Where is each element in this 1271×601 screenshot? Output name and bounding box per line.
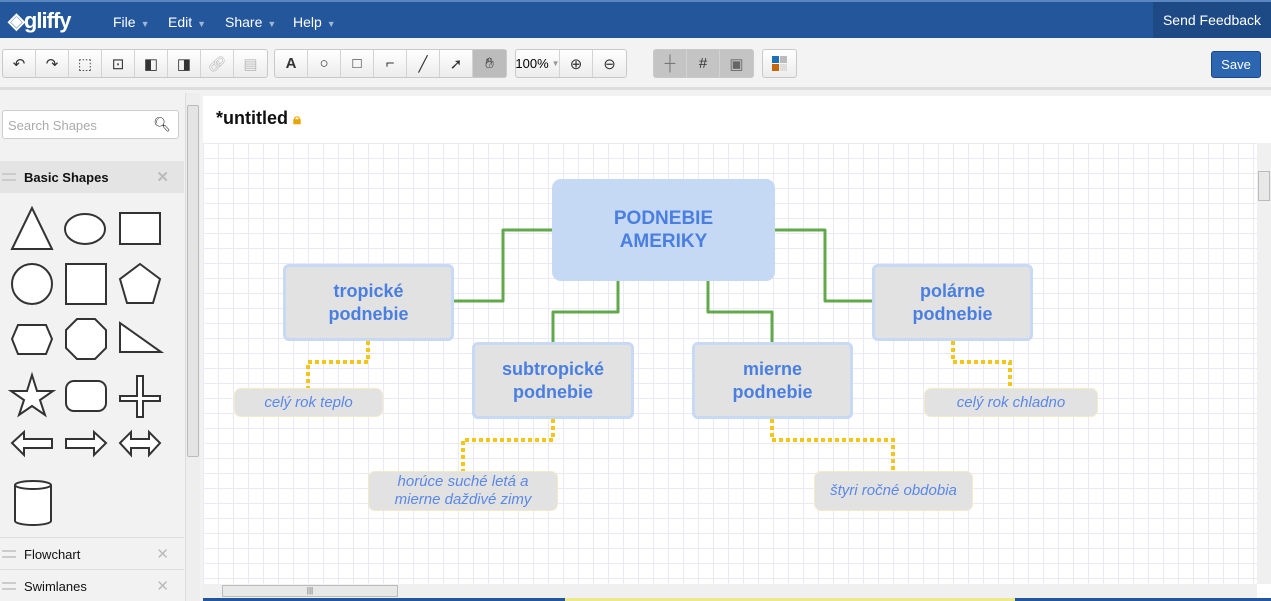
scrollbar-thumb[interactable]: ||| (222, 585, 398, 597)
lock-icon[interactable]: 🔒︎ (293, 111, 301, 128)
drag-handle-icon (2, 173, 16, 181)
close-icon[interactable]: ✕ (156, 168, 169, 186)
note-styri-rocne-obdobia[interactable]: štyri ročné obdobia (814, 471, 973, 511)
chevron-down-icon: ▼ (267, 19, 277, 29)
gliffy-logo[interactable]: ◈gliffy (8, 8, 71, 34)
canvas-vertical-scrollbar[interactable] (1257, 143, 1271, 584)
shape-hexagon[interactable] (10, 324, 54, 355)
redo-icon[interactable]: ↷ (36, 50, 69, 77)
basic-shapes-palette (7, 205, 165, 526)
rectangle-tool-icon[interactable]: □ (341, 50, 374, 77)
snap-icon[interactable]: ▣ (720, 50, 753, 77)
hand-tool-icon[interactable]: ✋︎ (473, 50, 506, 77)
drag-handle-icon (2, 550, 16, 558)
chevron-down-icon: ▼ (326, 19, 336, 29)
menu-share[interactable]: Share ▼ (225, 14, 276, 30)
send-back-icon[interactable]: ◨ (168, 50, 201, 77)
node-podnebie-ameriky[interactable]: PODNEBIE AMERIKY (552, 179, 775, 281)
close-icon[interactable]: ✕ (156, 545, 169, 563)
shape-left-arrow[interactable] (10, 429, 53, 458)
chevron-down-icon: ▼ (197, 19, 207, 29)
shape-rounded-rectangle[interactable] (65, 380, 107, 412)
section-flowchart[interactable]: Flowchart ✕ (0, 537, 184, 569)
scrollbar-thumb[interactable] (1258, 171, 1270, 201)
shape-star[interactable] (7, 371, 57, 418)
top-bar: ◈gliffy File ▼ Edit ▼ Share ▼ Help ▼ Send Fe… (0, 0, 1271, 38)
grid-icon[interactable]: # (687, 50, 720, 77)
zoom-out-icon[interactable]: ⊖ (593, 50, 626, 77)
shape-rectangle[interactable] (119, 212, 161, 245)
menu-file[interactable]: File ▼ (113, 14, 149, 30)
group-icon[interactable]: ⬚ (69, 50, 102, 77)
ungroup-icon[interactable]: ⊡ (102, 50, 135, 77)
drag-handle-icon (2, 582, 16, 590)
zoom-group: 100% ▼ ⊕ ⊖ (515, 49, 627, 78)
theme-group (762, 49, 797, 78)
edit-group: ↶ ↷ ⬚ ⊡ ◧ ◨ 🔗︎ ▤ (2, 49, 268, 78)
document-title[interactable]: *untitled 🔒︎ (216, 108, 301, 129)
logo-icon: ◈ (8, 8, 25, 33)
zoom-select[interactable]: 100% ▼ (515, 50, 560, 77)
chevron-down-icon: ▼ (140, 19, 150, 29)
send-feedback-button[interactable]: Send Feedback (1153, 2, 1271, 38)
pointer-tool-icon[interactable]: ➚ (440, 50, 473, 77)
section-swimlanes[interactable]: Swimlanes ✕ (0, 569, 184, 601)
save-button[interactable]: Save (1211, 51, 1261, 78)
menu-help[interactable]: Help ▼ (293, 14, 336, 30)
shape-triangle[interactable] (10, 205, 54, 250)
line-tool-icon[interactable]: ╱ (407, 50, 440, 77)
undo-icon[interactable]: ↶ (3, 50, 36, 77)
text-tool-icon[interactable]: A (275, 50, 308, 77)
shape-circle[interactable] (11, 263, 53, 305)
shape-octagon[interactable] (65, 318, 107, 360)
node-polarne[interactable]: polárne podnebie (872, 264, 1033, 341)
connector-tool-icon[interactable]: ⌐ (374, 50, 407, 77)
grid-group: ┼ # ▣ (653, 49, 754, 78)
search-icon[interactable]: 🔍︎ (153, 116, 171, 133)
shape-ellipse[interactable] (64, 213, 106, 245)
link-icon[interactable]: 🔗︎ (201, 50, 234, 77)
guides-icon[interactable]: ┼ (654, 50, 687, 77)
shape-library: Search Shapes 🔍︎ Basic Shapes ✕ Flowchart ✕… (0, 93, 185, 601)
scrollbar-thumb[interactable] (187, 105, 199, 457)
search-shapes-input[interactable]: Search Shapes 🔍︎ (2, 110, 179, 139)
chevron-down-icon: ▼ (551, 59, 560, 68)
toolbar: ↶ ↷ ⬚ ⊡ ◧ ◨ 🔗︎ ▤ A ○ □ ⌐ ╱ ➚ ✋︎ 100% ▼ ⊕ … (0, 38, 1271, 90)
ellipse-tool-icon[interactable]: ○ (308, 50, 341, 77)
zoom-in-icon[interactable]: ⊕ (560, 50, 593, 77)
note-cely-rok-teplo[interactable]: celý rok teplo (234, 388, 383, 417)
shape-right-arrow[interactable] (65, 429, 108, 458)
shape-double-arrow[interactable] (118, 429, 162, 458)
tools-group: A ○ □ ⌐ ╱ ➚ ✋︎ (274, 49, 507, 78)
canvas-horizontal-scrollbar[interactable]: ||| (203, 584, 1257, 598)
note-cely-rok-chladno[interactable]: celý rok chladno (924, 388, 1098, 417)
comment-icon[interactable]: ▤ (234, 50, 267, 77)
node-tropicke[interactable]: tropické podnebie (283, 264, 454, 341)
note-horuce-suche[interactable]: horúce suché letá a mierne daždivé zimy (368, 471, 558, 511)
close-icon[interactable]: ✕ (156, 577, 169, 595)
shape-cross[interactable] (119, 375, 161, 418)
shape-cylinder[interactable] (13, 480, 52, 526)
node-subtropicke[interactable]: subtropické podnebie (472, 342, 634, 419)
bring-front-icon[interactable]: ◧ (135, 50, 168, 77)
theme-colors-icon[interactable] (763, 50, 796, 77)
node-mierne[interactable]: mierne podnebie (692, 342, 853, 419)
sidebar-scrollbar[interactable] (185, 93, 200, 601)
section-basic-shapes[interactable]: Basic Shapes ✕ (0, 161, 184, 193)
shape-pentagon[interactable] (118, 262, 162, 304)
shape-right-triangle[interactable] (119, 321, 165, 353)
shape-square[interactable] (65, 263, 107, 305)
menu-edit[interactable]: Edit ▼ (168, 14, 206, 30)
